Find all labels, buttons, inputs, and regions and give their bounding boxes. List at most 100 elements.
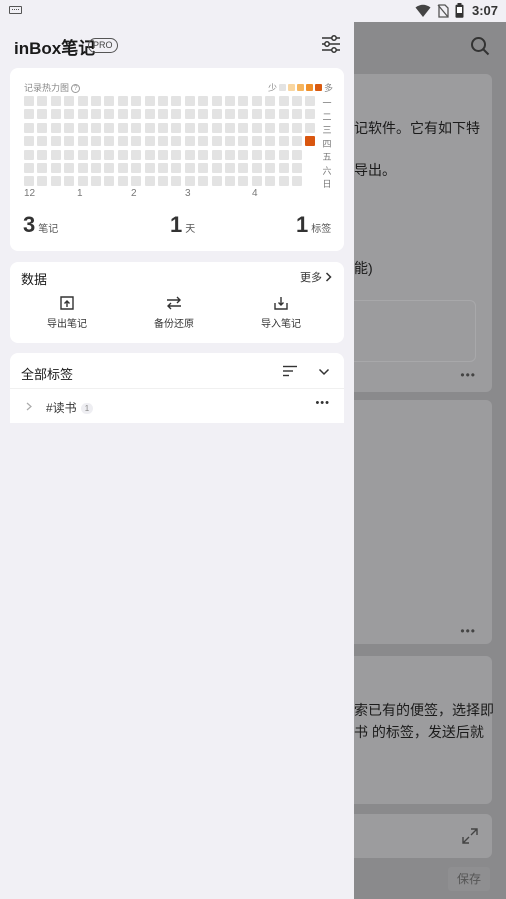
swap-icon (167, 296, 181, 310)
heatmap-cell (211, 136, 222, 147)
heatmap-cell (278, 149, 289, 160)
heatmap-cell (50, 109, 61, 120)
tag-item[interactable]: #读书 1 ••• (10, 390, 344, 422)
heatmap-cell (158, 163, 168, 173)
legend-swatch (279, 84, 287, 91)
tags-card: 全部标签 #读书 1 ••• (10, 353, 344, 423)
backup-restore-button[interactable]: 备份还原 (129, 296, 219, 332)
heatmap-cell (104, 163, 115, 173)
heatmap-cell (117, 136, 128, 147)
heatmap-cell (184, 136, 195, 147)
heatmap-cell (37, 163, 48, 173)
heatmap-cell (50, 163, 61, 173)
heatmap-cell (117, 122, 128, 133)
heatmap-cell (211, 109, 222, 120)
heatmap-cell (104, 109, 115, 120)
heatmap-cell (64, 109, 75, 120)
heatmap-cell (91, 136, 101, 147)
note-text: 索已有的便签，选择即 (354, 702, 494, 718)
heatmap-cell (77, 96, 88, 106)
search-icon[interactable] (470, 36, 490, 56)
heatmap-cell (292, 136, 302, 147)
filter-settings-icon[interactable] (320, 33, 342, 55)
import-notes-button[interactable]: 导入笔记 (236, 296, 326, 332)
heatmap-cell (251, 136, 262, 147)
heatmap-cell (305, 136, 316, 147)
heatmap-cell (278, 109, 289, 120)
tag-name: #读书 (46, 401, 77, 415)
heatmap-cell (104, 176, 115, 187)
heatmap-cell (265, 163, 276, 173)
heatmap-cell (225, 136, 235, 147)
heatmap-cell (91, 109, 101, 120)
more-dots-icon[interactable]: ••• (315, 397, 330, 409)
stat-unit: 笔记 (38, 224, 59, 235)
heatmap-cell (265, 122, 276, 133)
stat-value: 1 (170, 212, 183, 237)
heatmap-cell (225, 149, 235, 160)
stat-notes: 3 笔记 (23, 212, 58, 238)
heatmap-cell (184, 122, 195, 133)
note-card[interactable]: 索已有的便签，选择即 书 的标签，发送后就 (354, 656, 494, 804)
heatmap-cell (37, 109, 48, 120)
main-screen-dimmed[interactable]: 记软件。它有如下特 导出。 能) ••• ••• 索已有的便签，选择即 书 的标… (354, 22, 506, 899)
heatmap-cell (37, 176, 48, 187)
heatmap-cell (278, 96, 289, 106)
weekday-label: 日 (322, 179, 332, 189)
wifi-icon (415, 4, 431, 17)
heatmap-cell (278, 163, 289, 173)
action-label: 导入笔记 (261, 319, 301, 330)
heatmap-cell (131, 149, 142, 160)
note-text: 书 的标签，发送后就 (354, 724, 484, 740)
weekday-label: 三 (322, 125, 332, 135)
save-button[interactable]: 保存 (448, 867, 490, 891)
weekday-label: 四 (322, 138, 332, 149)
heatmap-cell (251, 96, 262, 106)
more-dots-icon[interactable]: ••• (460, 624, 476, 638)
note-card[interactable]: 记软件。它有如下特 导出。 能) ••• (354, 74, 492, 392)
export-notes-button[interactable]: 导出笔记 (22, 296, 112, 332)
heatmap-cell (64, 96, 75, 106)
heatmap-cell (37, 96, 48, 106)
heatmap-cell (91, 176, 101, 187)
battery-icon (455, 3, 464, 18)
heatmap-cell (50, 96, 61, 106)
heatmap-cell (198, 136, 209, 147)
data-section-title: 数据 (21, 272, 48, 287)
expand-icon[interactable] (462, 828, 478, 844)
note-card[interactable]: ••• (354, 400, 492, 644)
note-editor[interactable] (354, 814, 492, 858)
heatmap-cell (64, 136, 75, 147)
heatmap-cell (131, 136, 142, 147)
chevron-down-icon[interactable] (318, 368, 330, 376)
heatmap-cell (292, 122, 302, 133)
heatmap-cell (131, 163, 142, 173)
heatmap-cell (238, 96, 249, 106)
heatmap-cell (171, 149, 182, 160)
heatmap-cell (117, 176, 128, 187)
heatmap-cell (265, 176, 276, 187)
month-label: 3 (185, 188, 191, 199)
sort-icon[interactable] (282, 365, 298, 377)
tags-section-title: 全部标签 (21, 367, 74, 382)
more-dots-icon[interactable]: ••• (460, 368, 476, 382)
heatmap-cell (37, 136, 48, 147)
stat-days: 1 天 (170, 212, 195, 238)
heatmap-cell (265, 109, 276, 120)
heatmap-cell (251, 176, 262, 187)
heatmap-cell (265, 149, 276, 160)
heatmap-cell (24, 122, 34, 133)
help-icon[interactable]: ? (71, 84, 81, 94)
heatmap-cell (117, 96, 128, 106)
heatmap-cell (24, 163, 34, 173)
more-link[interactable]: 更多 (300, 269, 332, 285)
heatmap-cell (184, 109, 195, 120)
chevron-right-icon[interactable] (26, 402, 32, 411)
heatmap-cell (77, 176, 88, 187)
heatmap-cell (211, 163, 222, 173)
heatmap-cell (50, 136, 61, 147)
heatmap-cell (225, 109, 235, 120)
heatmap-card: 记录热力图? 少 多 一 二 三 四 五 六 日 12 1 2 3 4 3 笔记… (10, 68, 344, 251)
chevron-right-icon (325, 272, 332, 282)
stat-tags: 1 标签 (296, 212, 331, 238)
